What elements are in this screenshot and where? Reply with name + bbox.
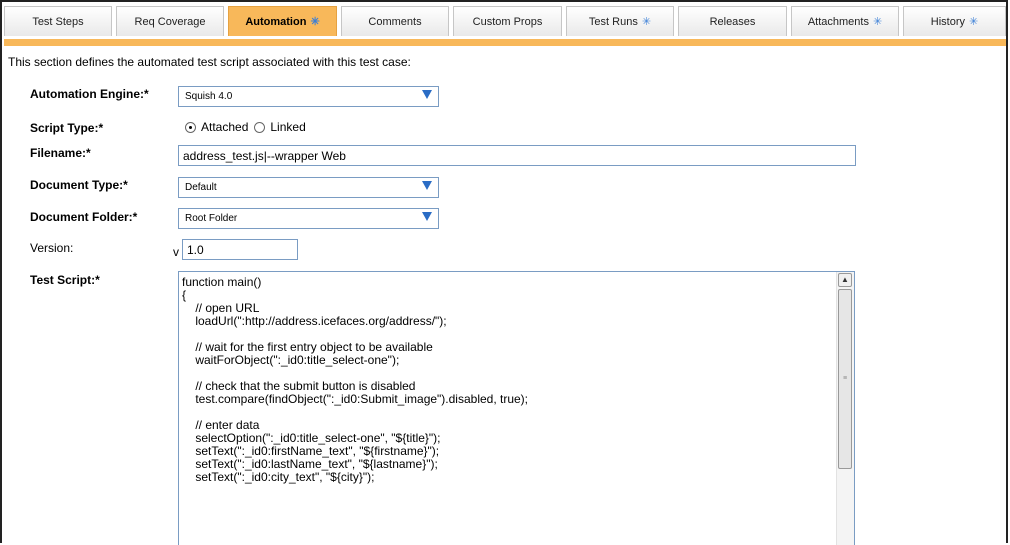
scroll-up-icon[interactable]: ▲ (838, 273, 852, 287)
automation-engine-value: Squish 4.0 (185, 91, 233, 102)
document-folder-label: Document Folder:* (30, 210, 138, 224)
test-script-textarea[interactable]: function main() { // open URL loadUrl(":… (178, 271, 855, 545)
tab-releases[interactable]: Releases (678, 6, 787, 36)
automation-engine-label: Automation Engine:* (30, 87, 149, 101)
script-type-label: Script Type:* (30, 121, 104, 135)
tab-comments[interactable]: Comments (341, 6, 449, 36)
tab-bar: Test Steps Req Coverage Automation ✳ Com… (4, 6, 1006, 39)
tab-automation[interactable]: Automation ✳ (228, 6, 337, 36)
document-type-label: Document Type:* (30, 178, 128, 192)
version-input[interactable]: 1.0 (182, 239, 298, 260)
tab-label: Test Steps (32, 15, 84, 28)
filename-label: Filename:* (30, 146, 91, 160)
document-type-value: Default (185, 182, 217, 193)
tab-label: Comments (368, 15, 422, 28)
document-folder-select[interactable]: Root Folder (178, 208, 439, 229)
automation-engine-select[interactable]: Squish 4.0 (178, 86, 439, 107)
tab-test-runs[interactable]: Test Runs ✳ (566, 6, 674, 36)
script-type-attached-label: Attached (201, 120, 249, 134)
document-type-select[interactable]: Default (178, 177, 439, 198)
script-type-linked-label: Linked (270, 120, 306, 134)
asterisk-icon: ✳ (872, 16, 883, 28)
tab-custom-props[interactable]: Custom Props (453, 6, 562, 36)
script-type-linked-radio[interactable] (254, 121, 266, 133)
tab-label: Custom Props (472, 15, 543, 28)
tab-underline (4, 39, 1006, 46)
filename-value: address_test.js|--wrapper Web (183, 148, 346, 163)
section-description: This section defines the automated test … (8, 55, 411, 69)
dropdown-arrow-icon (422, 181, 432, 190)
tab-test-steps[interactable]: Test Steps (4, 6, 112, 36)
tab-attachments[interactable]: Attachments ✳ (791, 6, 899, 36)
tab-label: History (930, 15, 965, 28)
tab-history[interactable]: History ✳ (903, 6, 1006, 36)
tab-req-coverage[interactable]: Req Coverage (116, 6, 224, 36)
asterisk-icon: ✳ (310, 16, 320, 28)
version-label: Version: (30, 241, 74, 255)
tab-label: Releases (709, 15, 756, 28)
grip-icon: ≡ (843, 375, 848, 382)
scrollbar-thumb[interactable]: ≡ (838, 289, 852, 469)
version-value: 1.0 (187, 242, 204, 257)
test-script-code: function main() { // open URL loadUrl(":… (182, 275, 529, 484)
document-folder-value: Root Folder (185, 213, 238, 224)
asterisk-icon: ✳ (641, 16, 652, 28)
version-prefix: v (173, 245, 179, 259)
tab-label: Attachments (807, 15, 869, 28)
script-type-attached-radio[interactable] (185, 121, 196, 133)
dropdown-arrow-icon (422, 212, 432, 221)
asterisk-icon: ✳ (969, 16, 979, 28)
tab-label: Req Coverage (134, 15, 206, 28)
test-script-label: Test Script:* (30, 273, 100, 287)
filename-input[interactable]: address_test.js|--wrapper Web (178, 145, 856, 166)
dropdown-arrow-icon (422, 90, 432, 99)
scrollbar[interactable]: ▲ ≡ (836, 272, 854, 545)
tab-label: Automation (245, 15, 307, 28)
tab-label: Test Runs (588, 15, 638, 28)
script-type-radio-group: Attached Linked (185, 120, 306, 134)
